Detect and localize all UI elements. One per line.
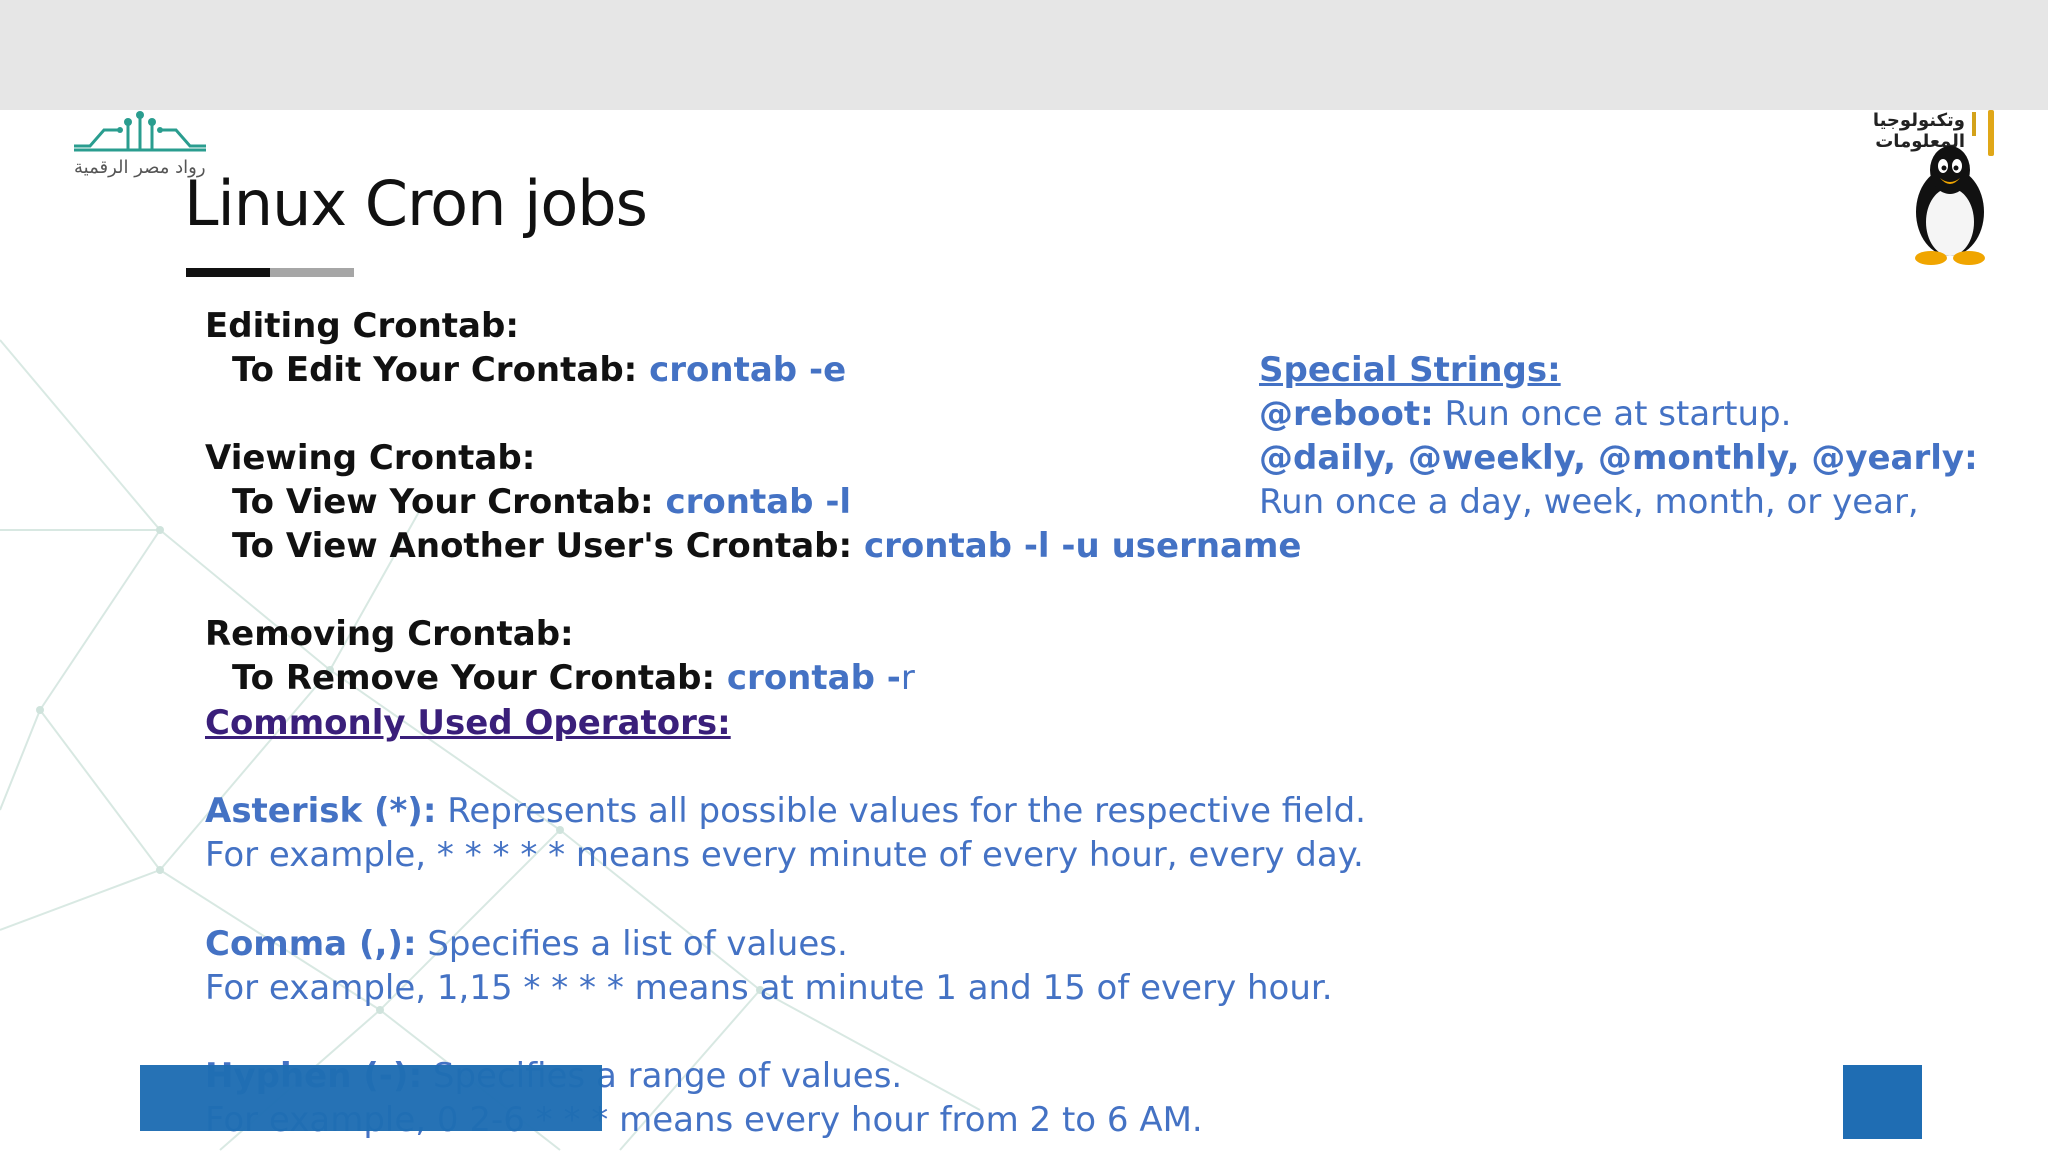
viewing-heading: Viewing Crontab: (205, 438, 536, 478)
remove-command: crontab - (726, 658, 901, 698)
removing-heading: Removing Crontab: (205, 614, 574, 654)
view-other-label: To View Another User's Crontab: (232, 526, 864, 566)
edit-crontab-line: To Edit Your Crontab: crontab -e (232, 348, 846, 392)
title-underline-dark (186, 268, 270, 277)
operators-heading-link[interactable]: Commonly Used Operators: (205, 701, 731, 745)
top-gray-band (0, 0, 2048, 110)
reboot-desc: Run once at startup. (1433, 394, 1792, 434)
special-strings-heading-link[interactable]: Special Strings: (1259, 348, 1561, 392)
view-label: To View Your Crontab: (232, 482, 666, 522)
asterisk-term: Asterisk (*): (205, 791, 437, 831)
slide-title: Linux Cron jobs (184, 167, 648, 240)
edit-label: To Edit Your Crontab: (232, 350, 650, 390)
view-crontab-line: To View Your Crontab: crontab -l (232, 480, 851, 524)
bottom-left-bar (140, 1065, 602, 1131)
slide-canvas: رواد مصر الرقمية وتكنولوجيا المعلومات Li… (0, 110, 2048, 1152)
bottom-right-square (1843, 1065, 1922, 1139)
editing-heading: Editing Crontab: (205, 306, 519, 346)
comma-example: For example, 1,15 * * * * means at minut… (205, 968, 1333, 1008)
remove-crontab-line: To Remove Your Crontab: crontab -r (232, 656, 915, 700)
remove-label: To Remove Your Crontab: (232, 658, 727, 698)
view-other-command: crontab -l -u username (863, 526, 1302, 566)
right-logo-divider (1972, 112, 1976, 136)
asterisk-line: Asterisk (*): Represents all possible va… (205, 789, 1366, 833)
reboot-line: @reboot: Run once at startup. (1259, 392, 1791, 436)
asterisk-example: For example, * * * * * means every minut… (205, 835, 1364, 875)
periodic-terms: @daily, @weekly, @monthly, @yearly: (1259, 438, 1978, 478)
asterisk-desc: Represents all possible values for the r… (436, 791, 1366, 831)
tux-penguin-icon (1915, 146, 1985, 265)
view-command: crontab -l (665, 482, 852, 522)
view-other-crontab-line: To View Another User's Crontab: crontab … (232, 524, 1302, 568)
reboot-term: @reboot: (1259, 394, 1434, 434)
edit-command: crontab -e (649, 350, 847, 390)
comma-desc: Specifies a list of values. (416, 924, 848, 964)
comma-term: Comma (,): (205, 924, 417, 964)
title-underline-light (270, 268, 354, 277)
remove-command-tail: r (900, 658, 915, 698)
periodic-desc: Run once a day, week, month, or year, (1259, 482, 1919, 522)
comma-line: Comma (,): Specifies a list of values. (205, 922, 848, 966)
